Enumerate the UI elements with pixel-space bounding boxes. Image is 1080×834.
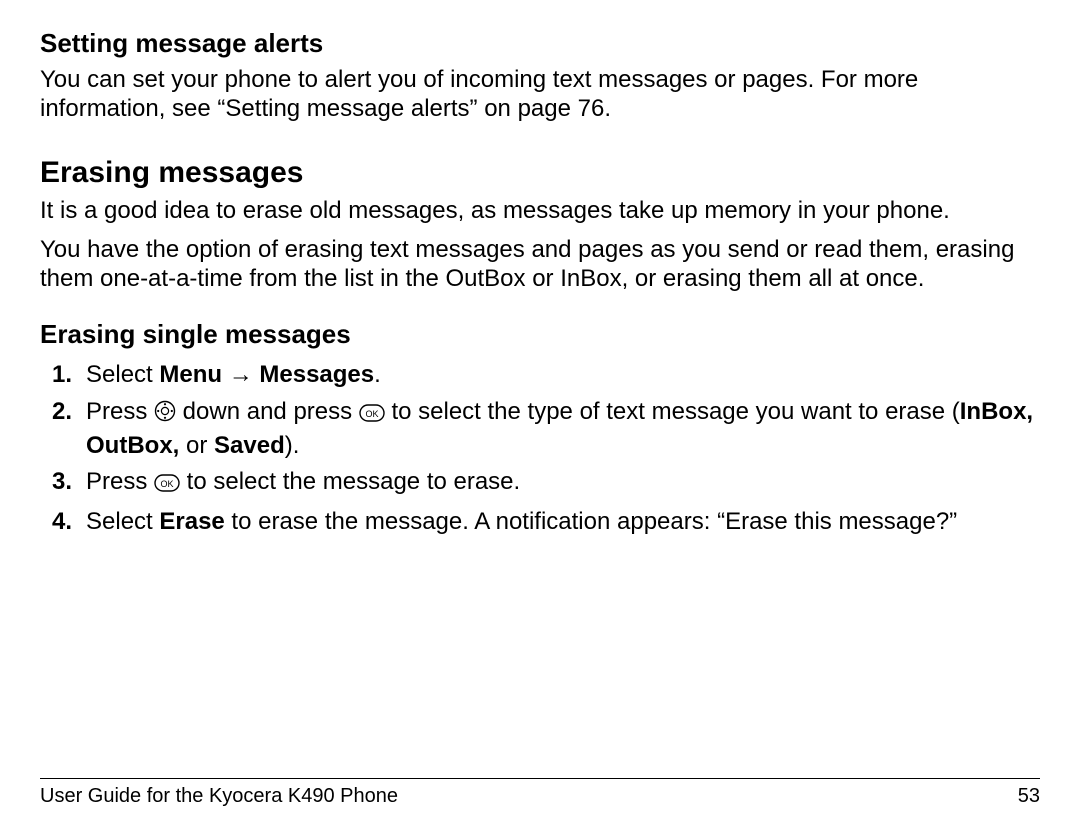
footer-page-number: 53	[1018, 785, 1040, 808]
step1-pre: Select	[86, 361, 159, 388]
step2-b: down and press	[176, 398, 359, 425]
ok-button-icon: OK	[154, 470, 180, 501]
step1-messages: Messages	[259, 361, 374, 388]
step-1: Select Menu → Messages.	[40, 360, 1040, 391]
document-page: Setting message alerts You can set your …	[0, 0, 1080, 834]
step4-bold: Erase	[159, 508, 224, 535]
nav-ring-icon	[154, 400, 176, 431]
steps-list: Select Menu → Messages. Press down and p…	[40, 360, 1040, 538]
step1-post: .	[374, 361, 381, 388]
step2-bold2: Saved	[214, 432, 285, 459]
para-erasing-intro: It is a good idea to erase old messages,…	[40, 196, 1040, 225]
heading-erasing-messages: Erasing messages	[40, 156, 1040, 190]
step-4: Select Erase to erase the message. A not…	[40, 507, 1040, 538]
page-footer: User Guide for the Kyocera K490 Phone 53	[40, 778, 1040, 808]
heading-erasing-single: Erasing single messages	[40, 319, 1040, 350]
step2-c: to select the type of text message you w…	[385, 398, 960, 425]
ok-button-icon: OK	[359, 400, 385, 431]
step2-a: Press	[86, 398, 154, 425]
heading-setting-message-alerts: Setting message alerts	[40, 28, 1040, 59]
para-setting-message-alerts: You can set your phone to alert you of i…	[40, 65, 1040, 124]
footer-title: User Guide for the Kyocera K490 Phone	[40, 785, 398, 808]
para-erasing-options: You have the option of erasing text mess…	[40, 235, 1040, 294]
arrow-icon: →	[222, 361, 259, 388]
step1-menu: Menu	[159, 361, 222, 388]
step2-d: or	[179, 432, 214, 459]
svg-text:OK: OK	[161, 479, 174, 489]
step4-b: to erase the message. A notification app…	[225, 508, 957, 535]
step3-a: Press	[86, 468, 154, 495]
step4-a: Select	[86, 508, 159, 535]
step2-e: ).	[285, 432, 300, 459]
step-2: Press down and press OK to select the ty…	[40, 397, 1040, 461]
step3-b: to select the message to erase.	[180, 468, 520, 495]
step-3: Press OK to select the message to erase.	[40, 467, 1040, 501]
svg-text:OK: OK	[365, 409, 378, 419]
